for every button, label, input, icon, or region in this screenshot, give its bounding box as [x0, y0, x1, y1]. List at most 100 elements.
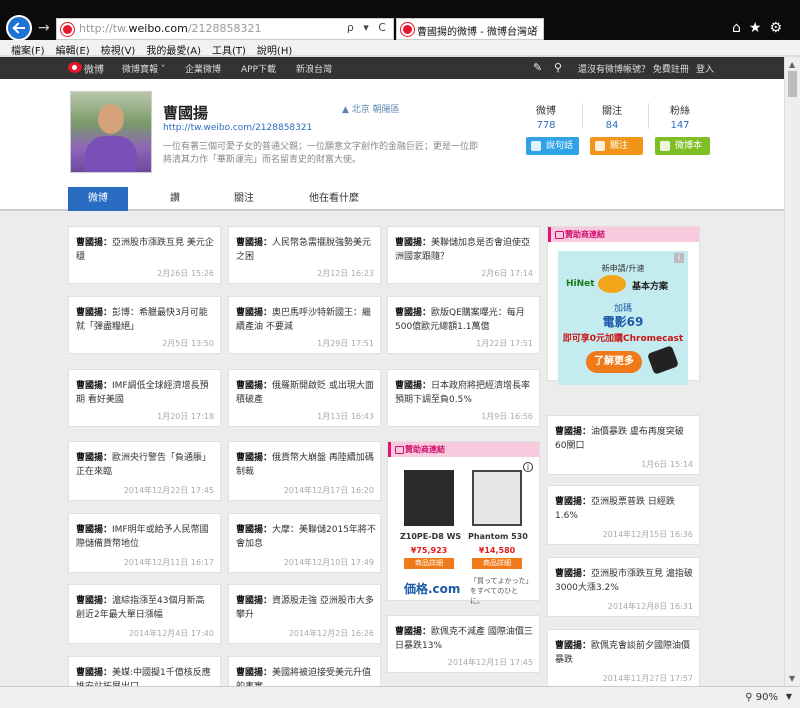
menu-edit[interactable]: 編輯(E) [56, 42, 90, 57]
stat-posts[interactable]: 微博 778 [516, 102, 576, 131]
address-actions[interactable]: ρ ▾ C [347, 21, 389, 34]
menu-help[interactable]: 說明(H) [257, 42, 292, 57]
post-card[interactable]: 曹國揚：滬綜指漲至43個月新高 創近2年最大單日漲幅 2014年12月4日 17:… [68, 584, 221, 644]
stat-following[interactable]: 關注 84 [582, 102, 642, 131]
weibo-main-site-button[interactable]: 微博本站 [655, 137, 710, 169]
sponsored-ad-hinet[interactable]: 贊助商連結 i 新申請/升速 HiNet 基本方案 加碼 電影69 即可享0元加… [547, 226, 700, 385]
menu-tools[interactable]: 工具(T) [212, 42, 246, 57]
tab-close-button[interactable]: × [530, 22, 539, 35]
post-text: 曹國揚：滬綜指漲至43個月新高 創近2年最大單日漲幅 [76, 596, 205, 620]
post-card[interactable]: 曹國揚：美媒:中國擬1千億核反應堆安站拓展出口 [68, 656, 221, 686]
nav-item-enterprise[interactable]: 企業微博 [185, 62, 221, 75]
url-text[interactable]: http://tw.weibo.com/2128858321 [79, 22, 262, 35]
post-card[interactable]: 曹國揚：人民幣急需擺脫強勢美元之困 2月12日 16:23 [228, 226, 381, 284]
browser-tab[interactable]: 曹國揚的微博 - 微博台灣站 × [396, 18, 544, 40]
chevron-down-icon[interactable]: ▼ [786, 692, 792, 701]
hinet-logo-icon [598, 275, 626, 293]
address-bar[interactable]: http://tw.weibo.com/2128858321 ρ ▾ C [56, 18, 394, 40]
post-text: 曹國揚：資源股走強 亞洲股市大多攀升 [236, 596, 374, 620]
stat-followers[interactable]: 粉絲 147 [650, 102, 710, 131]
ad-info-icon[interactable]: i [674, 253, 684, 263]
plus-icon [595, 141, 605, 151]
forward-button[interactable]: → [38, 20, 50, 36]
post-card[interactable]: 曹國揚：俄貨幣大崩盤 再陸續加碼制裁 2014年12月17日 16:20 [228, 441, 381, 501]
post-card[interactable]: 曹國揚：資源股走強 亞洲股市大多攀升 2014年12月2日 16:26 [228, 584, 381, 644]
menu-favorites[interactable]: 我的最愛(A) [146, 42, 201, 57]
banner-text: 新申請/升速 [601, 264, 645, 273]
nav-item-sina-taiwan[interactable]: 新浪台灣 [296, 62, 332, 75]
product-details-button[interactable]: 商品詳細 [472, 558, 522, 569]
post-card[interactable]: 曹國揚：亞洲股票普跌 日經跌1.6% 2014年12月15日 16:36 [547, 485, 700, 545]
post-card[interactable]: 曹國揚：奧巴馬呼沙特新國王：繼續產油 不要減 1月29日 17:51 [228, 296, 381, 354]
tab-watching[interactable]: 他在看什麼 [294, 187, 374, 211]
post-text: 曹國揚：俄貨幣大崩盤 再陸續加碼制裁 [236, 453, 374, 477]
product-price: ¥14,580 [478, 546, 516, 555]
pc-case-image [472, 470, 522, 526]
post-card[interactable]: 曹國揚：日本政府將把經濟增長率預期下調至負0.5% 1月9日 16:56 [387, 369, 540, 427]
product-card[interactable]: Z10PE-D8 WS ¥75,923 商品詳細 [400, 470, 461, 570]
post-text: 曹國揚：美聯儲加息是否會迫使亞洲國家跟隨？ [395, 238, 531, 262]
post-card[interactable]: 曹國揚：IMF明年或給予人民幣國際儲備貨幣地位 2014年12月11日 16:17 [68, 513, 221, 573]
scroll-down-icon[interactable]: ▼ [789, 674, 795, 683]
post-text: 曹國揚：大摩：美聯儲2015年將不會加息 [236, 525, 376, 549]
post-text: 曹國揚：IMF明年或給予人民幣國際儲備貨幣地位 [76, 525, 209, 549]
post-card[interactable]: 曹國揚：美國將被迫接受美元升值的事實 [228, 656, 381, 686]
product-card[interactable]: Phantom 530 ¥14,580 商品詳細 [468, 470, 528, 570]
post-card[interactable]: 曹國揚：亞洲股市漲跌互見 美元企穩 2月26日 15:26 [68, 226, 221, 284]
post-date: 1月13日 16:43 [317, 412, 374, 421]
back-button[interactable] [6, 15, 32, 41]
post-card[interactable]: 曹國揚：歐佩克會談前夕國際油價暴跌 2014年11月27日 17:57 [547, 629, 700, 686]
nav-item-app-download[interactable]: APP下載 [241, 62, 276, 75]
banner-offer: 即可享0元加購Chromecast [562, 334, 684, 344]
post-text: 曹國揚：歐佩克會談前夕國際油價暴跌 [555, 641, 691, 665]
learn-more-button[interactable]: 了解更多 [586, 351, 642, 373]
post-date: 2014年12月2日 16:26 [288, 629, 374, 638]
zoom-level[interactable]: ⚲ 90% [745, 692, 778, 703]
post-card[interactable]: 曹國揚：油價暴跌 盧布再度突破60關口 1月6日 15:14 [547, 415, 700, 475]
site-nav: 微博 微博寶報 ˇ 企業微博 APP下載 新浪台灣 ✎ ⚲ 還沒有微博帳號？ 免… [0, 57, 784, 79]
post-date: 1月6日 15:14 [641, 460, 693, 469]
post-card[interactable]: 曹國揚：歐版QE購案曝光：每月500億歐元總額1.1萬億 1月22日 17:51 [387, 296, 540, 354]
signup-link[interactable]: 還沒有微博帳號？ 免費註冊 [578, 62, 689, 75]
tab-following[interactable]: 關注 [214, 187, 274, 211]
search-icon[interactable]: ⚲ [554, 61, 562, 74]
post-card[interactable]: 曹國揚：大摩：美聯儲2015年將不會加息 2014年12月10日 17:49 [228, 513, 381, 573]
hinet-banner[interactable]: i 新申請/升速 HiNet 基本方案 加碼 電影69 即可享0元加購Chrom… [558, 251, 688, 385]
post-date: 2014年12月1日 17:45 [447, 658, 533, 667]
sponsored-ad-kakaku[interactable]: 贊助商連結 i Z10PE-D8 WS ¥75,923 商品詳細 Phantom… [387, 441, 540, 605]
profile-name: 曹國揚 [163, 104, 209, 122]
avatar[interactable] [70, 91, 152, 173]
post-date: 1月20日 17:18 [157, 412, 214, 421]
tab-likes[interactable]: 讚 [145, 187, 205, 211]
profile-tabs: 微博 讚 關注 他在看什麼 [0, 187, 784, 211]
ad-header: 贊助商連結 [388, 442, 539, 457]
post-date: 2014年12月15日 16:36 [602, 530, 693, 539]
post-card[interactable]: 曹國揚：彭博：希臘最快3月可能就「彈盡糧絕」 2月5日 13:50 [68, 296, 221, 354]
scroll-thumb[interactable] [788, 71, 797, 97]
profile-url[interactable]: http://tw.weibo.com/2128858321 [163, 123, 312, 133]
post-text: 曹國揚：IMF調低全球經濟增長預期 看好美國 [76, 381, 209, 405]
follow-button[interactable]: 關注 [590, 137, 643, 155]
post-card[interactable]: 曹國揚：歐佩克不減產 國際油價三日暴跌13% 2014年12月1日 17:45 [387, 615, 540, 673]
menu-file[interactable]: 檔案(F) [11, 42, 45, 57]
say-something-button[interactable]: 說句話 [526, 137, 579, 155]
post-card[interactable]: 曹國揚：IMF調低全球經濟增長預期 看好美國 1月20日 17:18 [68, 369, 221, 427]
tab-weibo[interactable]: 微博 [68, 187, 128, 211]
home-favorites-settings-icons[interactable]: ⌂★⚙ [732, 20, 790, 36]
post-text: 曹國揚：油價暴跌 盧布再度突破60關口 [555, 427, 684, 451]
menu-view[interactable]: 檢視(V) [101, 42, 136, 57]
post-card[interactable]: 曹國揚：美聯儲加息是否會迫使亞洲國家跟隨？ 2月6日 17:14 [387, 226, 540, 284]
hinet-brand: HiNet [566, 279, 595, 289]
edit-icon[interactable]: ✎ [533, 61, 542, 74]
nav-item-weibo-report[interactable]: 微博寶報 ˇ [122, 62, 165, 75]
post-card[interactable]: 曹國揚：亞洲股市漲跌互見 滬指破3000大漲3.2% 2014年12月8日 16:… [547, 557, 700, 617]
post-card[interactable]: 曹國揚：歐洲央行警告「負通脹」正在來臨 2014年12月22日 17:45 [68, 441, 221, 501]
weibo-logo[interactable]: 微博 [68, 60, 108, 76]
vertical-scrollbar[interactable]: ▲ ▼ [784, 57, 800, 686]
product-details-button[interactable]: 商品詳細 [404, 558, 454, 569]
post-text: 曹國揚：亞洲股市漲跌互見 美元企穩 [76, 238, 214, 262]
scroll-up-icon[interactable]: ▲ [789, 60, 795, 69]
browser-titlebar: → http://tw.weibo.com/2128858321 ρ ▾ C 曹… [0, 0, 800, 41]
login-link[interactable]: 登入 [696, 62, 714, 75]
post-card[interactable]: 曹國揚：俄羅斯開啟貶 或出現大面積破產 1月13日 16:43 [228, 369, 381, 427]
